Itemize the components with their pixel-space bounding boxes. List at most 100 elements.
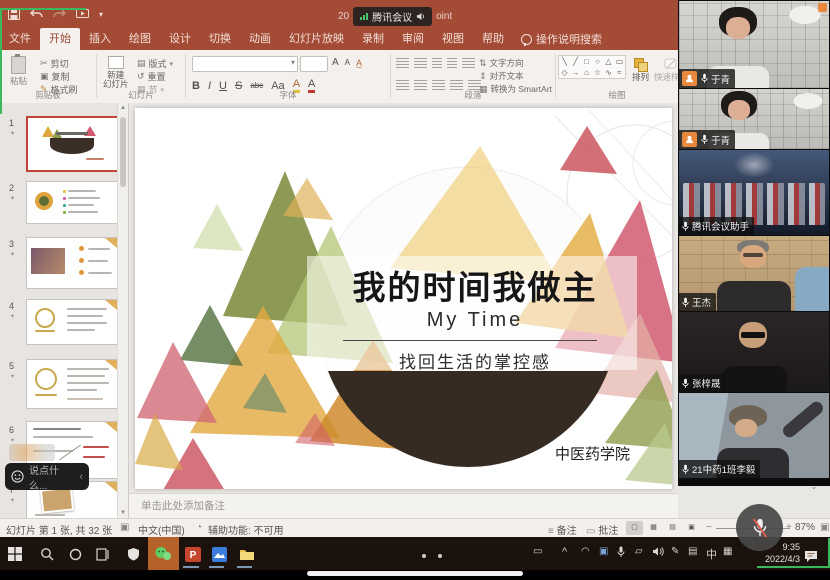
emoji-icon[interactable] bbox=[11, 470, 24, 483]
reading-view-button[interactable]: ▤ bbox=[664, 521, 681, 535]
thumbnail-3[interactable] bbox=[26, 237, 118, 289]
thumbnail-5[interactable] bbox=[26, 359, 118, 409]
zoom-level[interactable]: 87% bbox=[795, 522, 815, 533]
shape-glyph[interactable]: □ bbox=[581, 56, 592, 67]
participant-tile[interactable]: 腾讯会议助手 bbox=[679, 150, 829, 235]
thumbnail-4[interactable] bbox=[26, 299, 118, 345]
slide-title[interactable]: 我的时间我做主 bbox=[285, 261, 665, 309]
file-explorer-icon[interactable] bbox=[236, 543, 258, 565]
tab-help[interactable]: 帮助 bbox=[473, 28, 513, 50]
indent-increase-icon[interactable] bbox=[447, 58, 457, 69]
participant-tile[interactable]: 21中药1班李毅 bbox=[679, 393, 829, 478]
keyboard-tray-icon[interactable]: ▤ bbox=[688, 546, 697, 557]
undo-icon[interactable] bbox=[30, 9, 43, 20]
normal-view-button[interactable]: ▢ bbox=[626, 521, 643, 535]
shape-glyph[interactable]: ☆ bbox=[592, 67, 603, 78]
start-slideshow-icon[interactable] bbox=[76, 9, 89, 20]
tray-app-icon[interactable]: ▣ bbox=[599, 546, 608, 557]
slide-sorter-button[interactable]: ▦ bbox=[645, 521, 662, 535]
muted-mic-button[interactable] bbox=[736, 504, 783, 551]
paste-button[interactable]: 粘贴 bbox=[10, 56, 27, 86]
notification-center-icon[interactable] bbox=[800, 545, 822, 567]
thumbnail-2[interactable] bbox=[26, 181, 118, 224]
thumbnail-1[interactable] bbox=[26, 116, 120, 172]
tab-file[interactable]: 文件 bbox=[0, 28, 40, 50]
search-icon[interactable] bbox=[36, 543, 58, 565]
numbering-icon[interactable] bbox=[414, 58, 427, 69]
tab-animations[interactable]: 动画 bbox=[240, 28, 280, 50]
quick-chat-bar[interactable]: 说点什么... ‹ bbox=[5, 463, 89, 490]
scroll-down-icon[interactable]: ▼ bbox=[120, 510, 126, 516]
thumbnail-scrollbar[interactable]: ▲ ▼ bbox=[117, 103, 128, 518]
shape-glyph[interactable]: → bbox=[570, 67, 581, 78]
notes-toggle[interactable]: ≡ 备注 bbox=[548, 522, 577, 537]
tab-transitions[interactable]: 切换 bbox=[200, 28, 240, 50]
shape-glyph[interactable]: ○ bbox=[592, 56, 603, 67]
bullets-icon[interactable] bbox=[396, 58, 409, 69]
shape-glyph[interactable]: ≈ bbox=[614, 67, 625, 78]
redo-icon[interactable] bbox=[53, 9, 66, 20]
language-indicator[interactable]: 中文(中国) bbox=[138, 522, 185, 537]
font-size-select[interactable] bbox=[300, 56, 328, 72]
speaker-tray-icon[interactable] bbox=[652, 546, 664, 560]
list-indent-buttons[interactable] bbox=[396, 58, 475, 69]
slide-tagline[interactable]: 找回生活的掌控感 bbox=[285, 348, 665, 373]
notes-pane[interactable]: 单击此处添加备注 bbox=[129, 493, 678, 518]
shape-glyph[interactable]: ◇ bbox=[559, 67, 570, 78]
start-button[interactable] bbox=[4, 543, 26, 565]
font-name-select[interactable] bbox=[192, 56, 298, 72]
tab-view[interactable]: 视图 bbox=[433, 28, 473, 50]
align-text-button[interactable]: ⇕对齐文本 bbox=[479, 70, 524, 82]
tab-design[interactable]: 设计 bbox=[160, 28, 200, 50]
shape-glyph[interactable]: △ bbox=[603, 56, 614, 67]
scroll-up-icon[interactable]: ▲ bbox=[120, 105, 126, 111]
shape-gallery[interactable]: ╲ ╱ □ ○ △ ▭ ◇ → ⌂ ☆ ∿ ≈ bbox=[558, 55, 626, 79]
chevron-up-icon[interactable]: ^ bbox=[562, 546, 567, 558]
cortana-icon[interactable] bbox=[64, 543, 86, 565]
tray-device-icon[interactable]: ▱ bbox=[635, 546, 643, 557]
shape-glyph[interactable]: ▭ bbox=[614, 56, 625, 67]
wechat-icon[interactable] bbox=[152, 543, 174, 565]
arrange-button[interactable]: 排列 bbox=[632, 58, 649, 82]
fit-slide-button[interactable]: ▣ bbox=[820, 522, 829, 533]
tencent-meeting-pill[interactable]: 腾讯会议 bbox=[353, 7, 432, 26]
zoom-out-button[interactable]: − bbox=[706, 522, 712, 533]
qat-dropdown-icon[interactable]: ▾ bbox=[99, 10, 103, 19]
participant-tile[interactable]: 张梓晟 bbox=[679, 312, 829, 392]
task-view-icon[interactable] bbox=[92, 543, 114, 565]
photos-icon[interactable] bbox=[208, 543, 230, 565]
line-spacing-icon[interactable] bbox=[462, 58, 475, 69]
tab-review[interactable]: 审阅 bbox=[393, 28, 433, 50]
participant-tile[interactable]: 王杰 bbox=[679, 236, 829, 311]
slideshow-button[interactable]: ▣ bbox=[683, 521, 700, 535]
chat-collapse-icon[interactable]: ‹ bbox=[79, 471, 83, 483]
slide-editor[interactable]: 我的时间我做主 My Time 找回生活的掌控感 中医药学院 bbox=[129, 103, 678, 493]
font-grow-shrink[interactable]: AAA̲ bbox=[332, 57, 362, 68]
indent-decrease-icon[interactable] bbox=[432, 58, 442, 69]
slide-footer-text[interactable]: 中医药学院 bbox=[555, 443, 665, 464]
powerpoint-icon[interactable]: P bbox=[182, 543, 204, 565]
network-icon[interactable]: ◠ bbox=[581, 546, 590, 557]
participant-tile[interactable]: 于青 bbox=[679, 89, 829, 149]
tab-insert[interactable]: 插入 bbox=[80, 28, 120, 50]
zoom-in-button[interactable]: + bbox=[786, 522, 792, 533]
tab-slideshow[interactable]: 幻灯片放映 bbox=[280, 28, 353, 50]
tab-draw[interactable]: 绘图 bbox=[120, 28, 160, 50]
tell-me-search[interactable]: 操作说明搜索 bbox=[513, 28, 610, 50]
new-slide-button[interactable]: 新建 幻灯片 bbox=[103, 56, 129, 89]
shape-glyph[interactable]: ∿ bbox=[603, 67, 614, 78]
tab-record[interactable]: 录制 bbox=[353, 28, 393, 50]
shape-glyph[interactable]: ╱ bbox=[570, 56, 581, 67]
chat-input-placeholder[interactable]: 说点什么... bbox=[29, 462, 74, 492]
defender-shield-icon[interactable] bbox=[122, 543, 144, 565]
cut-button[interactable]: ✂剪切 bbox=[40, 57, 69, 70]
ime-mode-icon[interactable]: ▦ bbox=[723, 546, 732, 557]
accessibility-status[interactable]: 辅助功能: 不可用 bbox=[208, 522, 284, 537]
shape-glyph[interactable]: ⌂ bbox=[581, 67, 592, 78]
text-direction-button[interactable]: ⇅文字方向 bbox=[479, 57, 524, 69]
tray-display-icon[interactable]: ▭ bbox=[533, 546, 542, 557]
comments-toggle[interactable]: ▭ 批注 bbox=[586, 522, 618, 537]
slide-canvas[interactable]: 我的时间我做主 My Time 找回生活的掌控感 中医药学院 bbox=[135, 108, 672, 489]
layout-button[interactable]: ▤版式▾ bbox=[137, 57, 173, 70]
reset-button[interactable]: ↺重置 bbox=[137, 70, 166, 83]
